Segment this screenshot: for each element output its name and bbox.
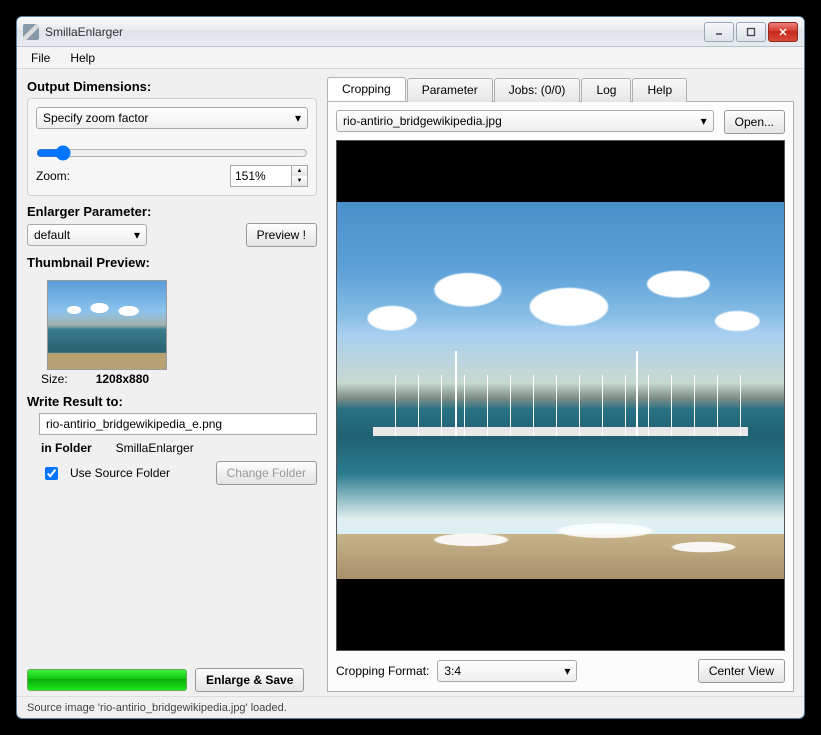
source-file-value: rio-antirio_bridgewikipedia.jpg bbox=[343, 114, 502, 128]
chevron-down-icon: ▾ bbox=[701, 114, 707, 128]
thumbnail-label: Thumbnail Preview: bbox=[27, 255, 317, 270]
zoom-down-button[interactable]: ▼ bbox=[292, 176, 307, 186]
folder-name: SmillaEnlarger bbox=[116, 441, 194, 455]
crop-format-label: Cropping Format: bbox=[336, 664, 429, 678]
write-result-label: Write Result to: bbox=[27, 394, 317, 409]
zoom-up-button[interactable]: ▲ bbox=[292, 166, 307, 176]
image-preview[interactable] bbox=[336, 140, 785, 651]
param-preset-select[interactable]: default ▾ bbox=[27, 224, 147, 246]
output-dimensions-group: Specify zoom factor ▾ Zoom: ▲ ▼ bbox=[27, 98, 317, 196]
menubar: File Help bbox=[17, 47, 804, 69]
enlarge-save-button[interactable]: Enlarge & Save bbox=[195, 668, 304, 692]
status-text: Source image 'rio-antirio_bridgewikipedi… bbox=[27, 702, 287, 714]
zoom-mode-value: Specify zoom factor bbox=[43, 111, 148, 125]
progress-bar bbox=[27, 669, 187, 691]
menu-help[interactable]: Help bbox=[60, 49, 105, 67]
zoom-mode-select[interactable]: Specify zoom factor ▾ bbox=[36, 107, 308, 129]
tab-parameter[interactable]: Parameter bbox=[407, 78, 493, 102]
tab-log[interactable]: Log bbox=[581, 78, 631, 102]
zoom-spinbox[interactable]: ▲ ▼ bbox=[230, 165, 308, 187]
tab-jobs[interactable]: Jobs: (0/0) bbox=[494, 78, 581, 102]
zoom-slider[interactable] bbox=[36, 145, 308, 161]
output-dimensions-label: Output Dimensions: bbox=[27, 79, 317, 94]
in-folder-label: in Folder bbox=[41, 441, 92, 455]
tab-help[interactable]: Help bbox=[632, 78, 687, 102]
close-button[interactable] bbox=[768, 22, 798, 42]
app-window: SmillaEnlarger File Help Output Dimensio… bbox=[16, 16, 805, 719]
menu-file[interactable]: File bbox=[21, 49, 60, 67]
param-preset-value: default bbox=[34, 228, 70, 242]
enlarger-param-label: Enlarger Parameter: bbox=[27, 204, 317, 219]
source-file-select[interactable]: rio-antirio_bridgewikipedia.jpg ▾ bbox=[336, 110, 714, 132]
zoom-label: Zoom: bbox=[36, 169, 70, 183]
titlebar[interactable]: SmillaEnlarger bbox=[17, 17, 804, 47]
size-value: 1208x880 bbox=[96, 372, 149, 386]
tab-cropping[interactable]: Cropping bbox=[327, 77, 406, 101]
status-bar: Source image 'rio-antirio_bridgewikipedi… bbox=[17, 696, 804, 718]
center-view-button[interactable]: Center View bbox=[698, 659, 785, 683]
tabstrip: Cropping Parameter Jobs: (0/0) Log Help bbox=[327, 77, 794, 102]
minimize-button[interactable] bbox=[704, 22, 734, 42]
change-folder-button[interactable]: Change Folder bbox=[216, 461, 317, 485]
output-filename-input[interactable] bbox=[39, 413, 317, 435]
open-button[interactable]: Open... bbox=[724, 110, 785, 134]
chevron-down-icon: ▾ bbox=[134, 228, 140, 242]
maximize-button[interactable] bbox=[736, 22, 766, 42]
size-label: Size: bbox=[41, 372, 68, 386]
use-source-folder-label: Use Source Folder bbox=[70, 466, 170, 480]
zoom-input[interactable] bbox=[231, 166, 291, 186]
preview-button[interactable]: Preview ! bbox=[246, 223, 317, 247]
window-title: SmillaEnlarger bbox=[45, 25, 702, 39]
app-icon bbox=[23, 24, 39, 40]
crop-format-value: 3:4 bbox=[444, 664, 461, 678]
chevron-down-icon: ▾ bbox=[295, 111, 301, 125]
crop-format-select[interactable]: 3:4 ▾ bbox=[437, 660, 577, 682]
chevron-down-icon: ▾ bbox=[564, 664, 570, 678]
thumbnail-preview bbox=[47, 280, 167, 370]
use-source-folder-checkbox[interactable] bbox=[45, 467, 58, 480]
